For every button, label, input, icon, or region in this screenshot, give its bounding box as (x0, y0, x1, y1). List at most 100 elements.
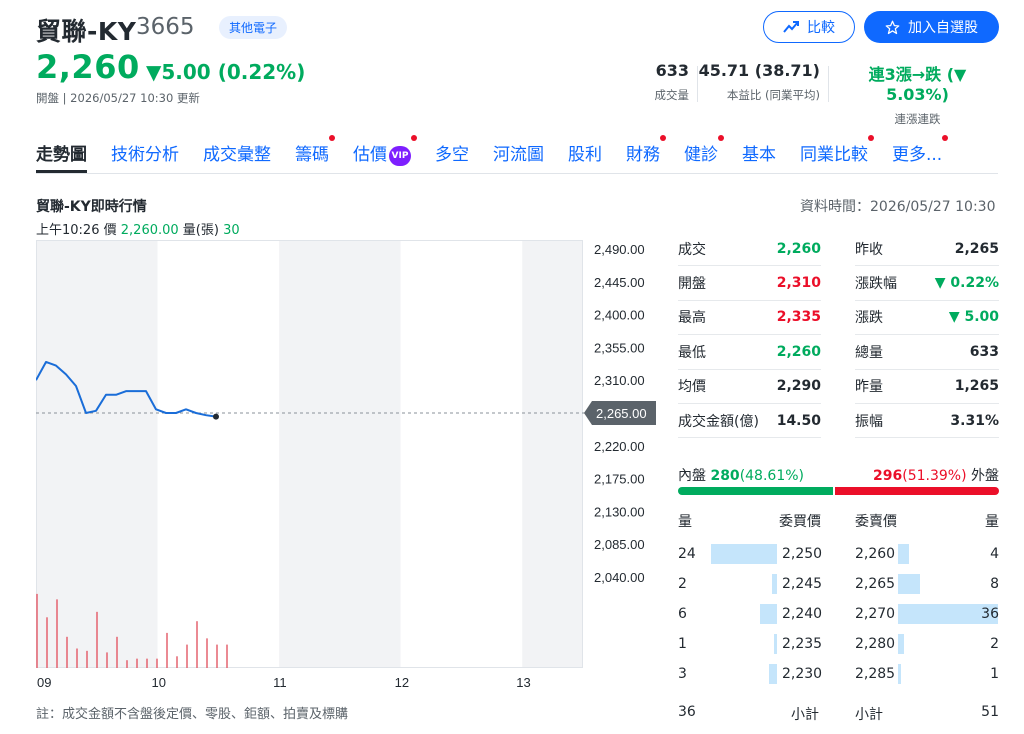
quote-label: 漲跌幅 (855, 276, 897, 293)
ask-volume-bar (898, 664, 901, 684)
notification-dot (718, 135, 724, 141)
ask-price[interactable]: 2,285 (855, 666, 895, 682)
bid-qty[interactable]: 24 (678, 546, 696, 562)
inner-volume-bar (678, 487, 833, 495)
outer-volume: 296(51.39%) 外盤 (873, 465, 999, 485)
orderbook-head-qty2: 量 (985, 514, 999, 530)
x-tick-label: 10 (152, 675, 166, 690)
quote-row: 開盤 2,310 (678, 266, 821, 301)
star-icon (885, 20, 900, 34)
quote-row: 成交金額(億) 14.50 (678, 404, 821, 439)
stat-streak: 連3漲→跌 (▼ 5.03%) 連漲連跌 (836, 61, 999, 127)
bid-qty[interactable]: 3 (678, 666, 687, 682)
footnote: 註：成交金額不含盤後定價、零股、鉅額、拍賣及標購 (36, 707, 349, 722)
bid-price[interactable]: 2,240 (782, 606, 822, 622)
orderbook-head-bid: 委買價 (779, 514, 821, 530)
orderbook-row: 6 2,240 2,270 36 (678, 600, 999, 630)
outer-value: 296 (873, 468, 903, 484)
tab-9[interactable]: 健診 (684, 135, 724, 173)
x-tick-label: 12 (395, 675, 409, 690)
y-tick-label: 2,040.00 (594, 570, 645, 585)
tab-8[interactable]: 財務 (626, 135, 666, 173)
tab-label: 股利 (568, 145, 602, 165)
ask-qty[interactable]: 1 (990, 666, 999, 682)
tab-bar: 走勢圖 技術分析 成交彙整 籌碼 估價 VIP 多空 河流圖 股利 財務 健診 基本 同業比較 更多... (36, 135, 998, 174)
quote-value: 14.50 (776, 412, 821, 429)
quote-table-right: 昨收 2,265 漲跌幅 ▼ 0.22% 漲跌 ▼ 5.00 總量 633 昨量 1,265 振幅 3… (855, 232, 999, 439)
tab-7[interactable]: 股利 (568, 138, 602, 173)
tab-2[interactable]: 成交彙整 (203, 138, 271, 173)
tab-11[interactable]: 同業比較 (800, 135, 874, 173)
stat-value: 45.71 (38.71) (698, 61, 820, 80)
quote-label: 昨收 (855, 241, 883, 258)
quote-value: ▼ 5.00 (948, 309, 999, 326)
ask-price[interactable]: 2,260 (855, 546, 895, 562)
price-change: ▼5.00 (0.22%) (146, 60, 306, 84)
bid-price[interactable]: 2,250 (782, 546, 822, 562)
orderbook-row: 3 2,230 2,285 1 (678, 660, 999, 690)
intraday-chart[interactable]: 2,490.00 2,445.00 2,400.00 2,355.00 2,310.00… (36, 240, 661, 695)
tab-label: 健診 (684, 145, 718, 165)
tab-4[interactable]: 估價 VIP (353, 135, 417, 173)
stat-value: 633 (655, 61, 689, 80)
ask-price[interactable]: 2,265 (855, 576, 895, 592)
quote-row: 成交 2,260 (678, 232, 821, 267)
tab-0[interactable]: 走勢圖 (36, 138, 87, 173)
ask-qty[interactable]: 8 (990, 576, 999, 592)
y-tick-label: 2,085.00 (594, 537, 645, 552)
tab-5[interactable]: 多空 (435, 138, 469, 173)
bid-price[interactable]: 2,245 (782, 576, 822, 592)
compare-button[interactable]: 比較 (763, 11, 855, 43)
ask-qty[interactable]: 4 (990, 546, 999, 562)
chart-title: 貿聯-KY即時行情 (36, 199, 147, 215)
quote-label: 昨量 (855, 379, 883, 396)
quote-label: 成交 (678, 241, 706, 258)
y-tick-label: 2,130.00 (594, 504, 645, 519)
quote-value: 633 (969, 343, 999, 360)
stat-pe-ratio: 45.71 (38.71) 本益比 (同業平均) (699, 61, 820, 103)
bid-price[interactable]: 2,235 (782, 636, 822, 652)
tab-1[interactable]: 技術分析 (111, 138, 179, 173)
bid-qty[interactable]: 1 (678, 636, 687, 652)
tab-12[interactable]: 更多... (892, 135, 949, 173)
ask-price[interactable]: 2,270 (855, 606, 895, 622)
ask-price[interactable]: 2,280 (855, 636, 895, 652)
sector-badge[interactable]: 其他電子 (219, 16, 288, 39)
quote-value: 1,265 (954, 378, 999, 395)
tab-label: 技術分析 (111, 145, 179, 165)
tab-label: 財務 (626, 145, 660, 165)
orderbook-row: 2 2,245 2,265 8 (678, 570, 999, 600)
ask-qty[interactable]: 2 (990, 636, 999, 652)
tab-label: 多空 (435, 145, 469, 165)
quote-table-left: 成交 2,260 開盤 2,310 最高 2,335 最低 2,260 均價 2,290 成交金額(… (678, 232, 821, 439)
tab-10[interactable]: 基本 (742, 138, 776, 173)
tab-3[interactable]: 籌碼 (295, 135, 335, 173)
hour-band (36, 240, 158, 668)
stock-code: 3665 (136, 14, 195, 40)
bid-qty[interactable]: 6 (678, 606, 687, 622)
bid-qty[interactable]: 2 (678, 576, 687, 592)
bid-total: 36 (678, 704, 696, 720)
quote-label: 開盤 (678, 276, 706, 293)
stat-value: 連3漲→跌 (▼ 5.03%) (868, 65, 967, 104)
inner-pct: (48.61%) (739, 468, 804, 484)
quote-row: 昨量 1,265 (855, 370, 999, 404)
tab-label: 更多... (892, 145, 943, 165)
stat-label: 成交量 (654, 88, 690, 102)
tab-6[interactable]: 河流圖 (493, 138, 544, 173)
compare-label: 比較 (807, 20, 835, 36)
x-tick-label: 09 (37, 675, 51, 690)
x-tick-label: 11 (273, 675, 287, 690)
quote-value: 2,290 (776, 378, 821, 395)
x-tick-label: 13 (516, 675, 530, 690)
add-watchlist-button[interactable]: 加入自選股 (864, 11, 999, 43)
quote-row: 最低 2,260 (678, 335, 821, 370)
hour-band (400, 240, 523, 668)
ask-qty[interactable]: 36 (981, 606, 999, 622)
current-price-label: 2,265.00 (596, 406, 647, 421)
ask-total: 51 (981, 704, 999, 720)
outer-label: 外盤 (971, 468, 999, 484)
notification-dot (868, 135, 874, 141)
y-tick-label: 2,355.00 (594, 340, 645, 355)
bid-price[interactable]: 2,230 (782, 666, 822, 682)
